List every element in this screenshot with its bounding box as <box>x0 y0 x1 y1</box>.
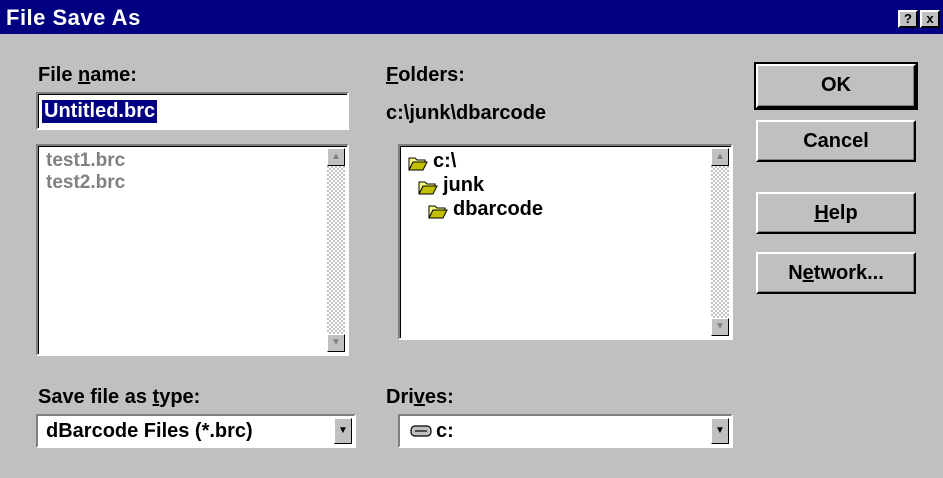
help-button-suffix: elp <box>828 202 858 224</box>
drives-label: Drives: <box>386 386 454 409</box>
file-name-input[interactable]: Untitled.brc <box>36 92 349 130</box>
save-type-value: dBarcode Files (*.brc) <box>46 420 253 442</box>
folders-label-suffix: olders: <box>398 64 465 86</box>
file-name-value[interactable]: Untitled.brc <box>42 100 158 123</box>
file-save-as-dialog: File Save As ? x File name: Untitled.brc… <box>0 0 943 478</box>
folders-label-accel: F <box>386 64 399 86</box>
drives-value: c: <box>436 420 454 442</box>
folders-label: Folders: <box>386 64 465 87</box>
scroll-down-arrow-icon[interactable]: ▼ <box>327 334 345 352</box>
scroll-up-arrow-icon[interactable]: ▲ <box>327 148 345 166</box>
file-name-label: File name: <box>38 64 137 87</box>
save-type-label: Save file as type: <box>38 386 200 409</box>
network-button[interactable]: Network... <box>756 252 916 294</box>
ok-button[interactable]: OK <box>754 62 918 110</box>
file-name-label-suffix: ame: <box>90 64 137 86</box>
drives-label-prefix: Dri <box>386 386 414 408</box>
open-folder-icon <box>428 202 448 219</box>
network-button-prefix: N <box>788 262 803 284</box>
save-type-select[interactable]: dBarcode Files (*.brc) ▼ <box>36 414 356 448</box>
chevron-down-icon[interactable]: ▼ <box>711 418 729 444</box>
close-button[interactable]: x <box>920 10 940 28</box>
list-item[interactable]: test2.brc <box>46 172 125 194</box>
open-folder-icon <box>418 178 438 195</box>
open-folder-icon <box>408 154 428 171</box>
folder-tree[interactable]: c:\ junk dbarcode ▲ ▼ <box>398 144 733 340</box>
folder-label: junk <box>443 174 485 196</box>
drives-label-accel: v <box>413 386 425 408</box>
file-name-label-accel: n <box>78 64 91 86</box>
title-bar[interactable]: File Save As ? x <box>0 0 943 34</box>
save-type-label-suffix: ype: <box>159 386 201 408</box>
network-button-accel: e <box>802 262 814 284</box>
file-list-scrollbar[interactable]: ▲ ▼ <box>327 148 345 352</box>
current-path: c:\junk\dbarcode <box>386 102 547 124</box>
cancel-button[interactable]: Cancel <box>756 120 916 162</box>
folder-label: c:\ <box>433 150 457 172</box>
drive-icon <box>410 424 432 443</box>
chevron-down-icon[interactable]: ▼ <box>334 418 352 444</box>
scroll-up-arrow-icon[interactable]: ▲ <box>711 148 729 166</box>
file-name-label-prefix: File <box>38 64 79 86</box>
drives-label-suffix: es: <box>424 386 454 408</box>
save-type-label-prefix: Save file as <box>38 386 153 408</box>
folder-tree-scrollbar[interactable]: ▲ ▼ <box>711 148 729 336</box>
folder-item-root[interactable]: c:\ <box>408 150 456 173</box>
window-title: File Save As <box>6 5 141 30</box>
drives-select[interactable]: c: ▼ <box>398 414 733 448</box>
file-list[interactable]: test1.brc test2.brc ▲ ▼ <box>36 144 349 356</box>
list-item[interactable]: test1.brc <box>46 150 125 172</box>
network-button-suffix: twork... <box>813 262 884 284</box>
folder-item-dbarcode[interactable]: dbarcode <box>428 198 543 221</box>
folder-item-junk[interactable]: junk <box>418 174 484 197</box>
folder-label: dbarcode <box>453 198 544 220</box>
help-button[interactable]: Help <box>756 192 916 234</box>
scroll-down-arrow-icon[interactable]: ▼ <box>711 318 729 336</box>
help-button-accel: H <box>814 202 829 224</box>
help-title-button[interactable]: ? <box>898 10 918 28</box>
